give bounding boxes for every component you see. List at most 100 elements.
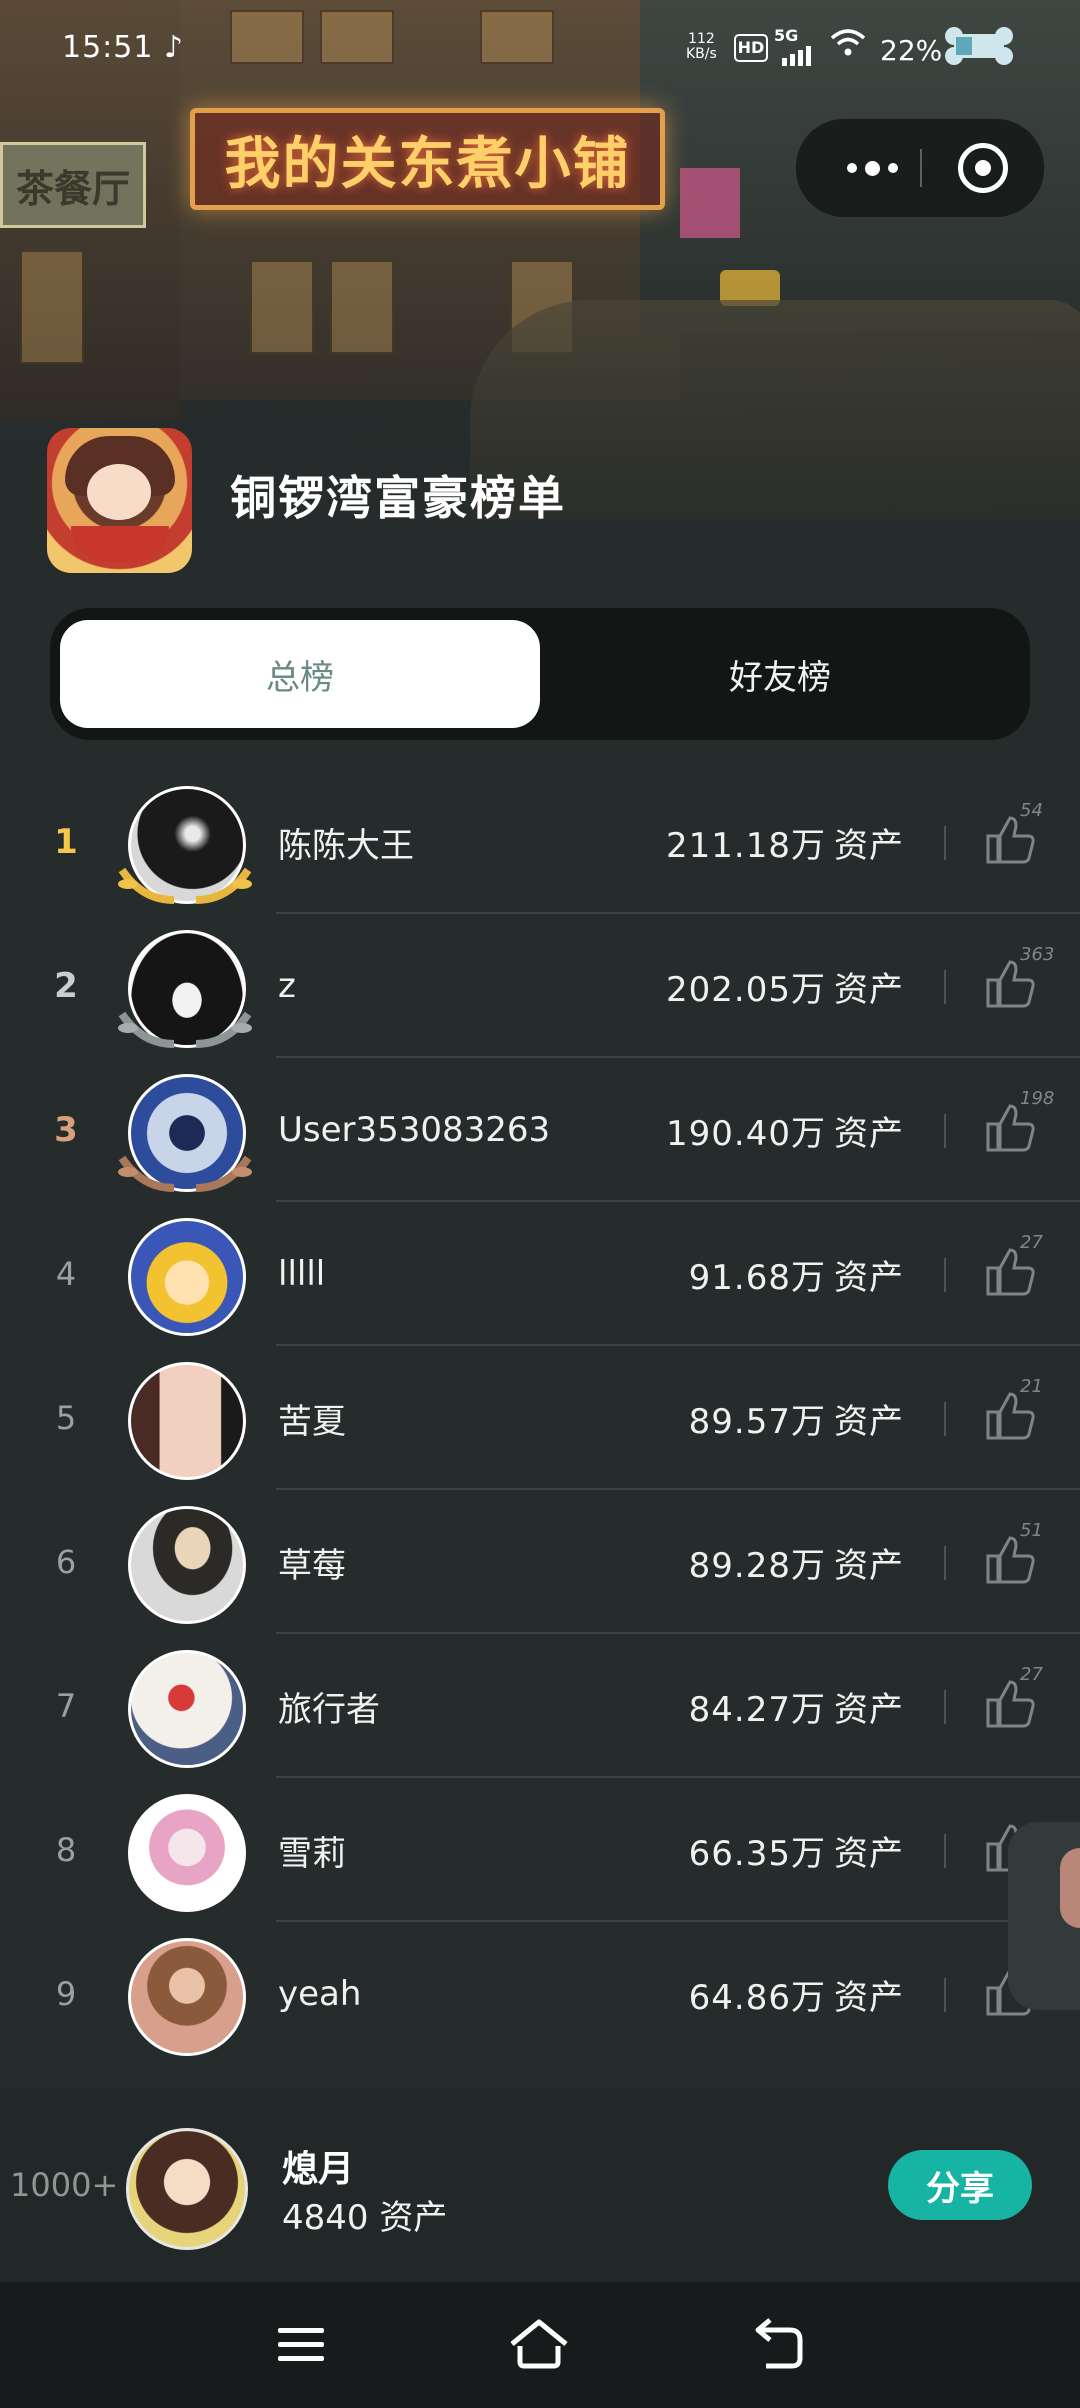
- battery-icon: [944, 26, 1014, 66]
- leaderboard-row[interactable]: 4 lllll 91.68万 资产 27: [0, 1202, 1080, 1346]
- battery-percentage: 22%: [880, 34, 943, 67]
- tiktok-icon: ♪: [164, 30, 184, 65]
- my-rank: 1000+: [10, 2166, 119, 2204]
- menu-icon[interactable]: [268, 2312, 334, 2378]
- my-name: 熄月: [282, 2149, 355, 2190]
- player-name: 苦夏: [278, 1401, 346, 1442]
- page-title: 铜锣湾富豪榜单: [230, 471, 566, 525]
- rank-number: 2: [54, 966, 78, 1006]
- rank-number: 9: [55, 1975, 77, 2013]
- divider: [944, 1114, 946, 1148]
- leaderboard-row[interactable]: 5 苦夏 89.57万 资产 21: [0, 1346, 1080, 1490]
- player-name: yeah: [278, 1974, 362, 2014]
- player-name: 雪莉: [278, 1833, 346, 1874]
- rank-number: 6: [55, 1543, 77, 1581]
- divider: [944, 970, 946, 1004]
- my-rank-bar: 1000+ 熄月 4840 资产 分享: [0, 2088, 1080, 2282]
- rank-number: 4: [55, 1255, 77, 1293]
- player-assets: 202.05万 资产: [666, 969, 904, 1010]
- status-time: 15:51: [62, 30, 154, 65]
- my-avatar: [126, 2128, 248, 2250]
- leaderboard-row[interactable]: 9 yeah 64.86万 资产: [0, 1922, 1080, 2066]
- player-name: 旅行者: [278, 1689, 380, 1730]
- player-assets: 190.40万 资产: [666, 1113, 904, 1154]
- leaderboard-row[interactable]: 7 旅行者 84.27万 资产 27: [0, 1634, 1080, 1778]
- window: [20, 250, 84, 364]
- player-assets: 89.28万 资产: [688, 1545, 904, 1586]
- rank-number: 5: [55, 1399, 77, 1437]
- close-mini-program-button[interactable]: [922, 119, 1044, 217]
- player-name: lllll: [278, 1254, 326, 1294]
- tab-friends[interactable]: 好友榜: [540, 620, 1020, 728]
- divider: [944, 826, 946, 860]
- like-count: 54: [1020, 800, 1043, 821]
- divider: [944, 1258, 946, 1292]
- rank-number: 8: [55, 1831, 77, 1869]
- like-count: 198: [1020, 1088, 1055, 1109]
- window: [330, 260, 394, 354]
- like-count: 21: [1020, 1376, 1043, 1397]
- divider: [944, 1690, 946, 1724]
- player-name: z: [278, 966, 296, 1006]
- like-count: 363: [1020, 944, 1055, 965]
- shop-neon-sign: 我的关东煮小铺: [190, 108, 665, 210]
- player-assets: 64.86万 资产: [688, 1977, 904, 2018]
- leaderboard-row[interactable]: 8 雪莉 66.35万 资产: [0, 1778, 1080, 1922]
- network-speed: 112 KB/s: [686, 32, 717, 62]
- gold-laurel-icon: [118, 867, 252, 904]
- more-menu-button[interactable]: [826, 119, 918, 217]
- avatar: [128, 1362, 246, 1480]
- player-assets: 91.68万 资产: [688, 1257, 904, 1298]
- divider: [944, 1546, 946, 1580]
- network-type: 5G: [774, 26, 799, 45]
- player-assets: 89.57万 资产: [688, 1401, 904, 1442]
- player-name: User353083263: [278, 1110, 551, 1150]
- player-name: 草莓: [278, 1545, 346, 1586]
- pink-shop-sign: [680, 168, 740, 238]
- target-icon: [958, 143, 1008, 193]
- avatar: [128, 1794, 246, 1912]
- silver-laurel-icon: [118, 1011, 252, 1048]
- network-speed-value: 112: [688, 31, 715, 47]
- bronze-laurel-icon: [118, 1155, 252, 1192]
- back-icon[interactable]: [746, 2312, 812, 2378]
- wifi-icon: [830, 28, 866, 66]
- share-button[interactable]: 分享: [888, 2150, 1032, 2220]
- like-count: 51: [1020, 1520, 1043, 1541]
- hd-icon: HD: [734, 34, 768, 62]
- player-assets: 211.18万 资产: [666, 825, 904, 866]
- floating-avatar: [1060, 1848, 1080, 1928]
- leaderboard-row[interactable]: 2 z 202.05万 资产 363: [0, 914, 1080, 1058]
- mini-program-capsule: [795, 118, 1045, 218]
- rank-number: 7: [55, 1687, 77, 1725]
- network-speed-unit: KB/s: [686, 46, 717, 62]
- my-assets: 4840 资产: [282, 2198, 448, 2238]
- leaderboard-list: 1 陈陈大王 211.18万 资产 54 2 z 202.05万 资产 363 3: [0, 770, 1080, 2066]
- rank-number: 3: [54, 1110, 78, 1150]
- ranking-tabs: 总榜 好友榜: [50, 608, 1030, 740]
- divider: [944, 1978, 946, 2012]
- player-assets: 84.27万 资产: [688, 1689, 904, 1730]
- divider: [944, 1402, 946, 1436]
- signal-icon: [782, 46, 814, 66]
- avatar: [128, 1650, 246, 1768]
- app-icon: [47, 428, 192, 573]
- player-assets: 66.35万 资产: [688, 1833, 904, 1874]
- leaderboard-row[interactable]: 6 草莓 89.28万 资产 51: [0, 1490, 1080, 1634]
- window: [250, 260, 314, 354]
- divider: [944, 1834, 946, 1868]
- system-navigation-bar: [0, 2282, 1080, 2408]
- leaderboard-row[interactable]: 3 User353083263 190.40万 资产 198: [0, 1058, 1080, 1202]
- like-count: 27: [1020, 1232, 1043, 1253]
- avatar: [128, 1938, 246, 2056]
- home-icon[interactable]: [506, 2312, 572, 2378]
- tab-overall[interactable]: 总榜: [60, 620, 540, 728]
- player-name: 陈陈大王: [278, 825, 414, 866]
- floating-side-widget[interactable]: [1008, 1822, 1080, 2010]
- status-bar: 15:51 ♪ 112 KB/s HD 5G 22%: [0, 0, 1080, 100]
- like-count: 27: [1020, 1664, 1043, 1685]
- tea-restaurant-sign: 茶餐厅: [0, 142, 146, 228]
- avatar: [128, 1218, 246, 1336]
- rank-number: 1: [54, 822, 78, 862]
- leaderboard-row[interactable]: 1 陈陈大王 211.18万 资产 54: [0, 770, 1080, 914]
